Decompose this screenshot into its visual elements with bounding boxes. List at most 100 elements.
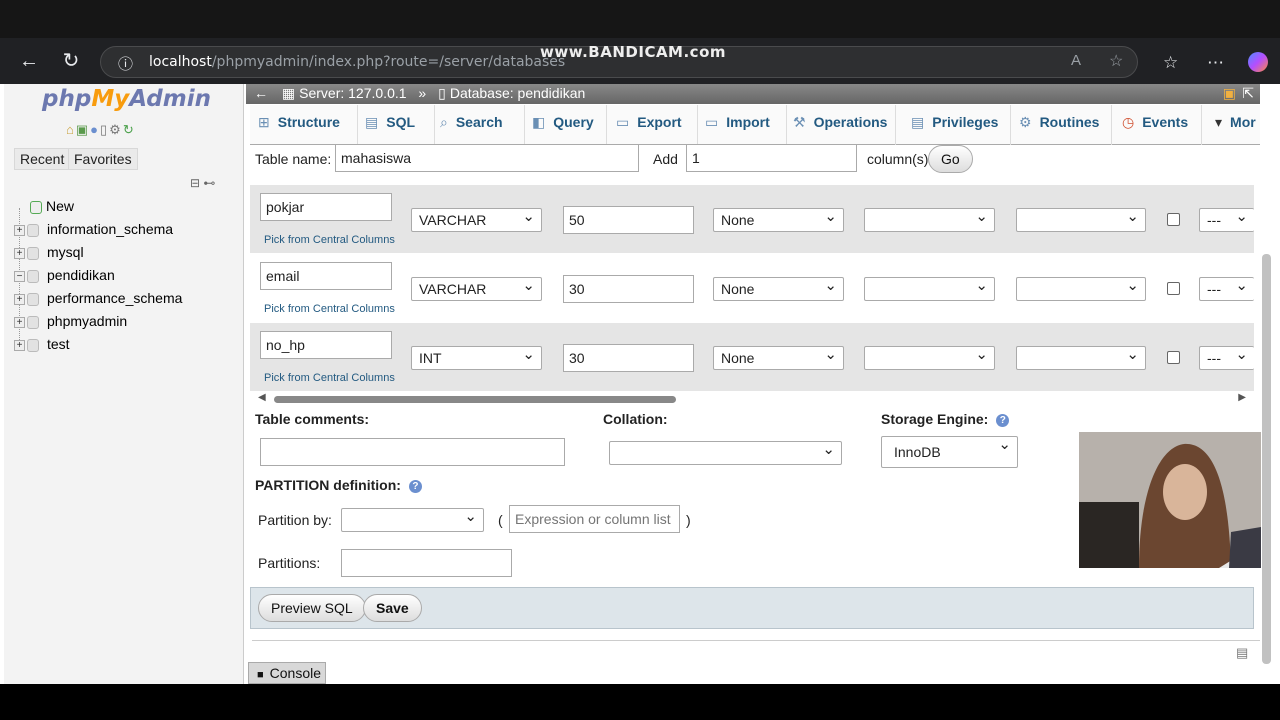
add-columns-input[interactable]: 1 [686,144,857,172]
column-type-select[interactable]: VARCHAR [411,276,542,301]
table-name-input[interactable]: mahasiswa [335,144,639,172]
more-menu-icon[interactable]: ⋯ [1207,53,1224,73]
tab-label: Operations [813,114,888,130]
tab-recent[interactable]: Recent [14,148,71,170]
lock-icon[interactable]: ▣ [1223,85,1236,102]
tab-search[interactable]: ⌕ Search [440,105,525,145]
column-collation-select[interactable] [864,345,995,370]
column-type-select[interactable]: VARCHAR [411,207,542,232]
expand-icon[interactable]: + [14,293,25,305]
table-collation-select[interactable] [609,440,842,465]
logout-icon[interactable]: ▣ [76,122,90,137]
partition-by-select[interactable] [341,507,484,532]
column-name-input[interactable]: no_hp [260,331,392,359]
pick-central-columns-link[interactable]: Pick from Central Columns [264,303,395,315]
partitions-input[interactable] [341,549,512,577]
column-type-select[interactable]: INT [411,345,542,370]
pick-central-columns-link[interactable]: Pick from Central Columns [264,234,395,246]
horizontal-scrollbar[interactable]: ◀ ▶ [250,392,1254,408]
tab-routines[interactable]: ⚙ Routines [1019,105,1112,145]
go-button[interactable]: Go [928,145,973,173]
read-aloud-icon[interactable]: A [1071,52,1081,69]
column-default-select[interactable]: None [713,345,844,370]
maximize-icon[interactable]: ⇱ [1242,85,1254,102]
columns-label: column(s) [867,151,929,167]
tab-sql[interactable]: ▤ SQL [365,105,435,145]
storage-engine-select[interactable]: InnoDB [881,435,1018,468]
info-icon[interactable]: ⓘ [118,53,133,74]
favorites-icon[interactable]: ☆ [1163,53,1178,73]
tree-item-information-schema[interactable]: + information_schema [14,221,173,237]
tab-import[interactable]: ▭ Import [705,105,787,145]
help-icon[interactable]: ● [90,122,100,137]
vertical-scrollbar[interactable] [1262,254,1271,664]
column-index-select[interactable]: --- [1199,276,1254,301]
scroll-thumb[interactable] [274,396,676,403]
settings-gear-icon[interactable]: ⚙ [109,122,123,137]
column-index-select[interactable]: --- [1199,345,1254,370]
tab-more[interactable]: ▾ Mor [1215,105,1260,145]
column-name-input[interactable]: email [260,262,392,290]
column-attributes-select[interactable] [1016,207,1146,232]
column-null-checkbox[interactable] [1167,351,1180,364]
expand-icon[interactable]: + [14,247,25,259]
docs-icon[interactable]: ▯ [100,122,109,137]
preview-sql-button[interactable]: Preview SQL [258,594,366,622]
column-length-input[interactable]: 30 [563,344,694,372]
tab-events[interactable]: ◷ Events [1122,105,1202,145]
partition-expression-input[interactable] [509,505,680,533]
column-default-select[interactable]: None [713,207,844,232]
expand-icon[interactable]: + [14,339,25,351]
tab-query[interactable]: ◧ Query [532,105,607,145]
column-index-select[interactable]: --- [1199,207,1254,232]
breadcrumb-server[interactable]: Server: 127.0.0.1 [299,85,406,101]
table-comments-input[interactable] [260,438,565,466]
expand-icon[interactable]: + [14,316,25,328]
tree-item-new[interactable]: New [30,198,74,214]
help-icon[interactable]: ? [996,413,1010,427]
column-null-checkbox[interactable] [1167,213,1180,226]
arrow-left-icon[interactable]: ← [254,85,268,101]
column-length-input[interactable]: 50 [563,206,694,234]
scroll-left-icon[interactable]: ◀ [258,392,266,403]
tab-privileges[interactable]: ▤ Privileges [911,105,1011,145]
page-settings-icon[interactable]: ▤ [1236,645,1248,661]
tab-export[interactable]: ▭ Export [616,105,698,145]
column-attributes-select[interactable] [1016,345,1146,370]
breadcrumb-database[interactable]: Database: pendidikan [450,85,585,101]
tab-structure[interactable]: ⊞ Structure [258,105,358,145]
tree-item-mysql[interactable]: + mysql [14,244,84,260]
tree-item-performance-schema[interactable]: + performance_schema [14,290,182,306]
help-icon[interactable]: ? [408,479,422,493]
column-attributes-select[interactable] [1016,276,1146,301]
scroll-right-icon[interactable]: ▶ [1238,392,1246,403]
tree-item-phpmyadmin[interactable]: + phpmyadmin [14,313,127,329]
storage-engine-label: Storage Engine:? [881,411,1010,427]
reload-nav-icon[interactable]: ↻ [123,122,136,137]
database-crumb-icon: ▯ [438,85,446,101]
tree-item-pendidikan[interactable]: − pendidikan [14,267,115,283]
collapse-all-icon[interactable]: ⊟ ⊷ [190,176,215,190]
favorite-star-icon[interactable]: ☆ [1109,51,1123,71]
tree-item-test[interactable]: + test [14,336,70,352]
tab-label: Structure [277,114,340,130]
column-default-select[interactable]: None [713,276,844,301]
reload-icon[interactable]: ↻ [56,46,86,76]
column-collation-select[interactable] [864,276,995,301]
copilot-icon[interactable] [1248,52,1268,72]
console-toggle[interactable]: ■ Console [248,662,326,684]
collapse-icon[interactable]: − [14,270,25,282]
column-length-input[interactable]: 30 [563,275,694,303]
tab-operations[interactable]: ⚒ Operations [793,105,896,145]
sql-icon: ▤ [365,114,379,130]
home-icon[interactable]: ⌂ [66,122,76,137]
back-icon[interactable]: ← [14,46,44,76]
expand-icon[interactable]: + [14,224,25,236]
pick-central-columns-link[interactable]: Pick from Central Columns [264,372,395,384]
column-null-checkbox[interactable] [1167,282,1180,295]
column-collation-select[interactable] [864,207,995,232]
save-button[interactable]: Save [363,594,422,622]
phpmyadmin-logo[interactable]: phpMyAdmin [42,86,211,112]
tab-favorites[interactable]: Favorites [68,148,138,170]
column-name-input[interactable]: pokjar [260,193,392,221]
